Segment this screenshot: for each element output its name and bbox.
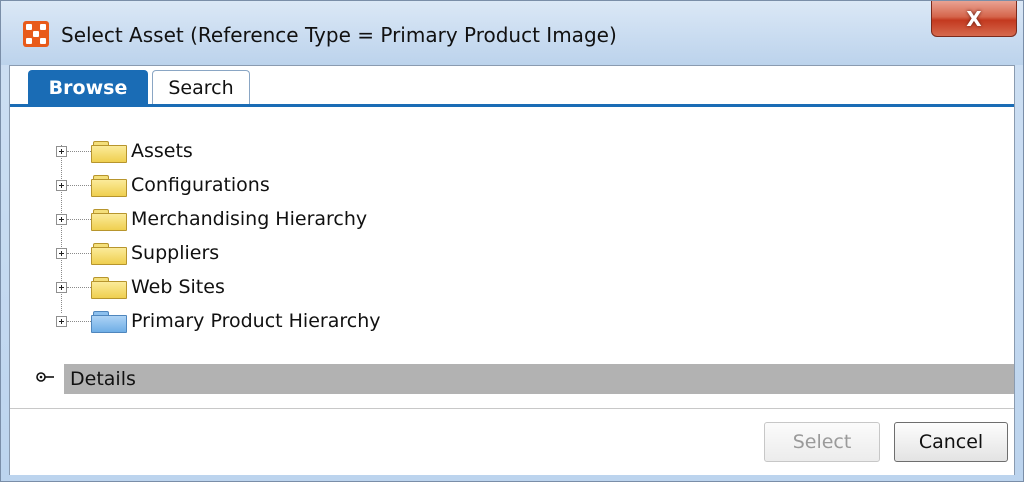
tree-item-label: Primary Product Hierarchy <box>131 310 381 332</box>
app-icon <box>23 21 49 47</box>
tree-item-label: Web Sites <box>131 276 225 298</box>
expand-icon[interactable] <box>56 145 67 157</box>
folder-icon <box>91 207 127 231</box>
tab-browse[interactable]: Browse <box>28 70 148 105</box>
folder-icon <box>91 309 127 333</box>
close-button[interactable]: X <box>931 1 1017 37</box>
cancel-button[interactable]: Cancel <box>894 422 1008 462</box>
tree-item-primary-product-hierarchy[interactable]: Primary Product Hierarchy <box>56 306 380 336</box>
dialog-window: Select Asset (Reference Type = Primary P… <box>0 0 1024 482</box>
tree-item-label: Suppliers <box>131 242 220 264</box>
tree-item-label: Merchandising Hierarchy <box>131 208 368 230</box>
tree-connector <box>67 218 91 220</box>
expand-icon[interactable] <box>56 179 67 191</box>
expand-icon[interactable] <box>56 315 67 327</box>
tree-item-label: Configurations <box>131 174 270 196</box>
tree-item-suppliers[interactable]: Suppliers <box>56 238 219 268</box>
details-header[interactable]: Details <box>64 364 1014 394</box>
details-section[interactable]: Details <box>36 364 1014 394</box>
tree-connector <box>67 150 91 152</box>
tree-connector <box>67 286 91 288</box>
expand-icon[interactable] <box>56 213 67 225</box>
expand-icon[interactable] <box>56 247 67 259</box>
tree-connector <box>67 320 91 322</box>
folder-icon <box>91 173 127 197</box>
select-button[interactable]: Select <box>764 422 880 462</box>
tree-connector <box>67 252 91 254</box>
button-footer: Select Cancel <box>10 408 1014 475</box>
folder-icon <box>91 241 127 265</box>
tab-search[interactable]: Search <box>152 70 250 105</box>
tree-item-web-sites[interactable]: Web Sites <box>56 272 225 302</box>
tree-item-merchandising-hierarchy[interactable]: Merchandising Hierarchy <box>56 204 367 234</box>
key-icon[interactable] <box>36 370 64 388</box>
details-label: Details <box>70 368 136 390</box>
folder-icon <box>91 275 127 299</box>
tree-item-configurations[interactable]: Configurations <box>56 170 270 200</box>
tree-item-label: Assets <box>131 140 193 162</box>
tab-bar: Browse Search <box>10 66 1014 107</box>
window-title: Select Asset (Reference Type = Primary P… <box>61 23 617 47</box>
tree-item-assets[interactable]: Assets <box>56 136 193 166</box>
tree-connector <box>67 184 91 186</box>
dialog-content: Browse Search Assets Configurations Merc… <box>9 65 1015 475</box>
folder-icon <box>91 139 127 163</box>
title-bar[interactable]: Select Asset (Reference Type = Primary P… <box>1 1 1023 65</box>
expand-icon[interactable] <box>56 281 67 293</box>
